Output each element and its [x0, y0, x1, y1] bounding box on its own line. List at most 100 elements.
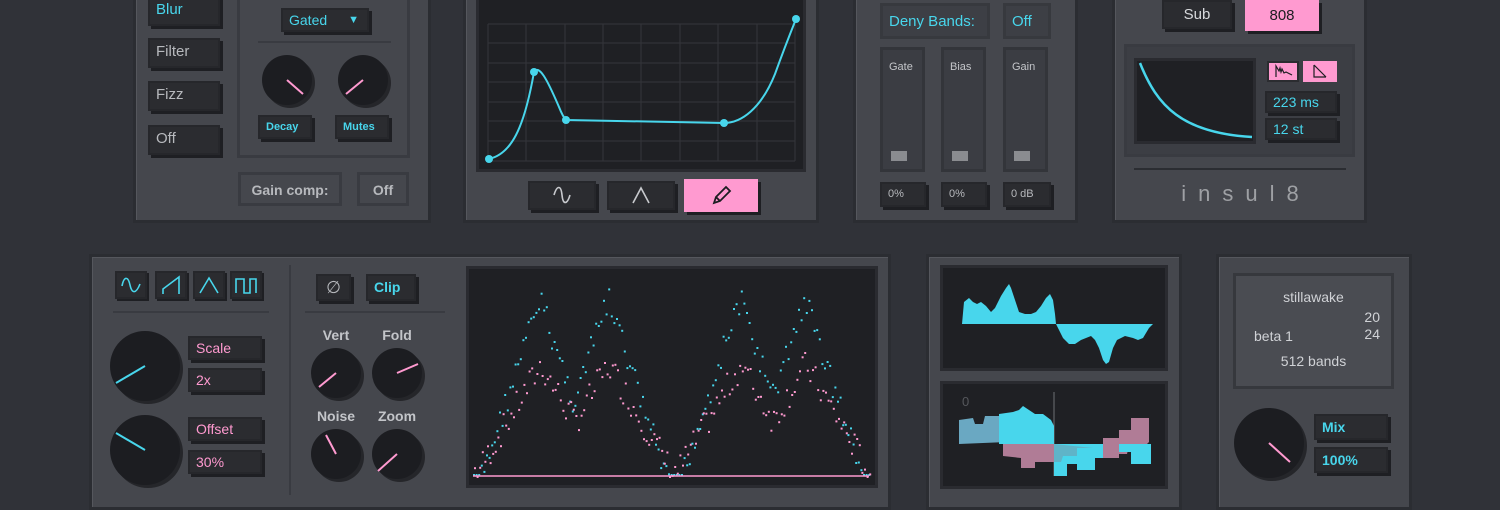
808-button[interactable]: 808	[1245, 0, 1319, 31]
brand-divider	[1134, 168, 1346, 170]
decay-knob[interactable]	[262, 55, 312, 105]
clip-button[interactable]: Clip	[366, 274, 416, 301]
info-num1: 20	[1364, 309, 1380, 325]
vert-knob[interactable]	[311, 348, 361, 398]
mode-item-fizz[interactable]: Fizz	[148, 81, 220, 111]
scope-dot-cyan	[855, 462, 858, 464]
scope-dot-pink	[767, 410, 770, 413]
scope-dot-cyan	[655, 443, 657, 446]
scope-dot-pink	[544, 383, 547, 386]
mix-knob[interactable]	[1234, 408, 1304, 478]
scope-dot-pink	[531, 367, 534, 370]
zoom-knob[interactable]	[372, 429, 422, 479]
scope-dot-pink	[565, 417, 567, 420]
scope-dot-pink	[622, 402, 625, 405]
mix-value[interactable]: 100%	[1314, 447, 1388, 473]
scale-label: Scale	[188, 336, 262, 360]
noise-knob[interactable]	[311, 429, 361, 479]
scope-dot-cyan	[530, 317, 533, 320]
scope-dot-cyan	[582, 366, 585, 368]
scope-dot-pink	[656, 438, 658, 441]
scope-dot-cyan	[803, 297, 806, 300]
scope-dot-pink	[762, 412, 765, 415]
scope-dot-cyan	[738, 313, 741, 316]
curve-editor-display[interactable]	[476, 0, 806, 172]
scope-dot-cyan	[660, 467, 663, 470]
scope-dot-pink	[715, 396, 718, 399]
phase-invert-button[interactable]: ∅	[316, 274, 351, 301]
gate-fader-handle[interactable]	[891, 151, 907, 161]
scope-dot-cyan	[548, 331, 551, 334]
scope-dot-cyan	[686, 464, 689, 467]
scope-dot-pink	[757, 396, 760, 398]
envelope-mode-dropdown[interactable]: Gated ▼	[281, 8, 369, 32]
scope-dot-pink	[788, 405, 791, 408]
section-separator	[289, 265, 291, 495]
envelope-shape-exp-button[interactable]	[1267, 61, 1299, 82]
scope-dot-cyan	[540, 292, 543, 295]
spectrum-waveform	[962, 284, 1153, 364]
fold-knob[interactable]	[372, 348, 422, 398]
scope-dot-cyan	[727, 336, 730, 339]
mode-item-blur[interactable]: Blur	[148, 0, 220, 26]
scope-dot-pink	[786, 389, 788, 392]
envelope-shape-lin-button[interactable]	[1303, 61, 1337, 82]
scope-dot-cyan	[621, 329, 624, 332]
scope-dot-cyan	[813, 329, 816, 332]
scope-dot-pink	[705, 412, 708, 415]
scope-dot-cyan	[834, 386, 837, 389]
scope-dot-pink	[848, 441, 851, 443]
gate-fader-label: Gate	[889, 61, 913, 73]
spectrum-display-top	[940, 265, 1168, 371]
curve-smooth-button[interactable]	[528, 181, 596, 210]
scope-dot-pink	[580, 414, 583, 417]
lfo-shape-saw[interactable]	[155, 271, 187, 299]
scope-dot-pink	[583, 409, 586, 412]
gate-fader-value: 0%	[880, 182, 926, 207]
mode-item-filter[interactable]: Filter	[148, 38, 220, 68]
scope-dot-pink	[536, 373, 539, 375]
scope-dot-pink	[609, 376, 612, 379]
scope-dot-pink	[674, 466, 677, 468]
scale-knob[interactable]	[110, 331, 180, 401]
scope-dot-pink	[679, 454, 682, 457]
decay-time-value[interactable]: 223 ms	[1265, 91, 1337, 113]
scope-dot-cyan	[579, 377, 582, 379]
scope-dot-pink	[775, 412, 778, 415]
decay-curve	[1138, 62, 1253, 139]
envelope-divider	[258, 41, 391, 43]
scope-dot-cyan	[491, 444, 494, 447]
lfo-shape-sine[interactable]	[115, 271, 147, 299]
impulse-shape-icon	[1275, 63, 1293, 77]
scope-dot-pink	[492, 452, 495, 455]
pitch-value[interactable]: 12 st	[1265, 118, 1337, 140]
offset-value[interactable]: 30%	[188, 450, 262, 474]
gain-fader-handle[interactable]	[1014, 151, 1030, 161]
bias-fader-handle[interactable]	[952, 151, 968, 161]
scope-dot-cyan	[558, 357, 561, 360]
gain-comp-toggle[interactable]: Off	[357, 172, 409, 206]
curve-pencil-button[interactable]	[684, 179, 758, 212]
mode-item-off[interactable]: Off	[148, 125, 220, 155]
scope-dot-pink	[650, 439, 653, 441]
offset-knob[interactable]	[110, 415, 180, 485]
mutes-label: Mutes	[335, 115, 389, 139]
scale-value[interactable]: 2x	[188, 368, 262, 392]
scope-dot-pink	[819, 399, 822, 402]
lfo-shape-square[interactable]	[230, 271, 262, 299]
deny-bands-toggle[interactable]: Off	[1003, 3, 1051, 39]
scope-dot-cyan	[816, 329, 819, 332]
scope-dot-pink	[684, 445, 687, 448]
scope-dot-cyan	[525, 336, 527, 339]
curve-linear-button[interactable]	[607, 181, 675, 210]
sub-button[interactable]: Sub	[1162, 0, 1232, 29]
scope-dot-pink	[552, 389, 554, 392]
mutes-knob[interactable]	[338, 55, 388, 105]
scope-dot-cyan	[787, 358, 790, 361]
pencil-icon	[712, 185, 732, 205]
scope-dot-pink	[575, 415, 578, 417]
scope-dot-pink	[528, 370, 531, 373]
offset-label: Offset	[188, 417, 262, 441]
scope-dot-cyan	[831, 396, 834, 399]
lfo-shape-triangle[interactable]	[193, 271, 225, 299]
